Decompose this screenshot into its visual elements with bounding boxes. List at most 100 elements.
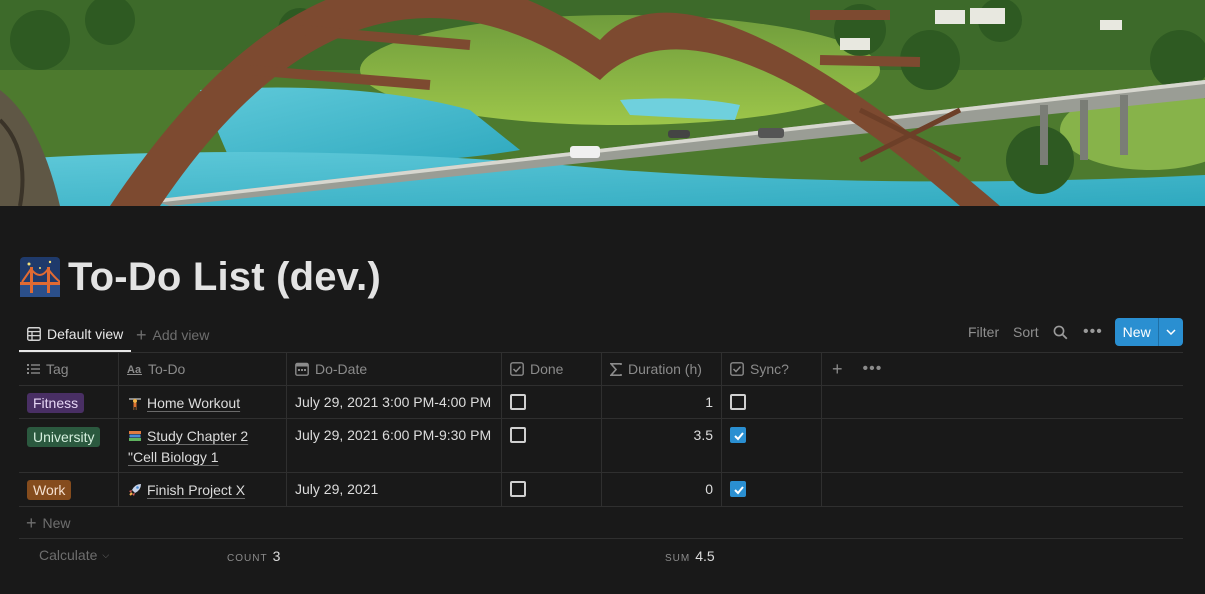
done-cell [502, 473, 602, 506]
duration-value: 3.5 [693, 427, 713, 443]
table-header-row: Tag Aa To-Do Do-Date Done Duration (h) S… [19, 353, 1183, 386]
column-header-todo[interactable]: Aa To-Do [119, 353, 287, 385]
column-header-tag[interactable]: Tag [19, 353, 119, 385]
tag-badge: University [27, 427, 101, 447]
do-date-cell[interactable]: July 29, 2021 6:00 PM-9:30 PM [287, 419, 502, 472]
page-title-row: To-Do List (dev.) [20, 254, 381, 300]
list-icon [27, 364, 40, 374]
add-view-button[interactable]: + Add view [136, 318, 209, 352]
duration-cell[interactable]: 0 [602, 473, 722, 506]
more-horizontal-icon: ••• [1083, 323, 1103, 340]
column-header-label: Done [530, 361, 564, 377]
done-cell [502, 419, 602, 472]
tag-badge: Fitness [27, 393, 85, 413]
text-aa-icon: Aa [127, 364, 142, 375]
column-header-label: Sync? [750, 361, 789, 377]
calculate-button[interactable]: Calculate ⌵ [39, 547, 109, 563]
duration-cell[interactable]: 3.5 [602, 419, 722, 472]
sync-cell [722, 386, 822, 418]
todo-table: Tag Aa To-Do Do-Date Done Duration (h) S… [19, 353, 1183, 507]
do-date-cell[interactable]: July 29, 2021 [287, 473, 502, 506]
table-row[interactable]: Fitness Home Workout July 29, 2021 3:00 … [19, 386, 1183, 419]
more-horizontal-icon[interactable]: ••• [863, 360, 883, 378]
sum-label: SUM [665, 553, 691, 564]
tag-cell[interactable]: University [19, 419, 119, 472]
sync-checkbox[interactable] [730, 481, 746, 497]
rocket-icon [129, 484, 141, 496]
todo-title[interactable]: Home Workout [128, 393, 280, 414]
done-checkbox[interactable] [510, 394, 526, 410]
checkmark-icon [734, 486, 744, 495]
sync-checkbox[interactable] [730, 427, 746, 443]
tag-cell[interactable]: Work [19, 473, 119, 506]
column-header-duration[interactable]: Duration (h) [602, 353, 722, 385]
add-new-row-label: New [42, 514, 71, 531]
checkmark-icon [734, 432, 744, 441]
table-row[interactable]: University Study Chapter 2 "Cell Biology… [19, 419, 1183, 473]
duration-cell[interactable]: 1 [602, 386, 722, 418]
todo-cell[interactable]: Study Chapter 2 "Cell Biology 1 [119, 419, 287, 472]
weightlifter-icon [129, 398, 141, 410]
done-checkbox[interactable] [510, 481, 526, 497]
tag-badge: Work [27, 480, 72, 500]
do-date-cell[interactable]: July 29, 2021 3:00 PM-4:00 PM [287, 386, 502, 418]
sum-value: 4.5 [695, 548, 715, 564]
column-header-label: To-Do [148, 361, 186, 377]
do-date-value: July 29, 2021 6:00 PM-9:30 PM [295, 427, 492, 443]
calculate-label: Calculate [39, 547, 98, 563]
table-row[interactable]: Work Finish Project X July 29, 2021 0 [19, 473, 1183, 507]
count-label: COUNT [227, 553, 268, 564]
sort-button[interactable]: Sort [1013, 318, 1039, 346]
column-header-label: Duration (h) [628, 361, 702, 377]
todo-title-label: Study Chapter 2 "Cell Biology 1 [128, 428, 249, 465]
add-view-label: Add view [152, 327, 210, 343]
duration-value: 1 [705, 394, 713, 410]
calculation-row: Calculate ⌵ COUNT 3 SUM 4.5 [19, 539, 1183, 571]
search-button[interactable] [1053, 318, 1068, 346]
todo-cell[interactable]: Finish Project X [119, 473, 287, 506]
column-header-done[interactable]: Done [502, 353, 602, 385]
svg-text:Aa: Aa [127, 364, 142, 375]
todo-title-label: Finish Project X [147, 482, 246, 498]
column-header-do-date[interactable]: Do-Date [287, 353, 502, 385]
chevron-down-icon [1166, 329, 1176, 335]
more-options-button[interactable]: ••• [1083, 318, 1103, 346]
do-date-value: July 29, 2021 [295, 481, 379, 497]
todo-title[interactable]: Study Chapter 2 "Cell Biology 1 [128, 426, 280, 468]
calendar-icon [295, 362, 309, 376]
todo-title-label: Home Workout [147, 395, 241, 411]
sync-cell [722, 473, 822, 506]
column-header-label: Do-Date [315, 361, 368, 377]
plus-icon: + [136, 325, 147, 345]
page-title: To-Do List (dev.) [68, 254, 381, 299]
sum-aggregate[interactable]: SUM 4.5 [665, 548, 715, 564]
new-entry-label[interactable]: New [1115, 318, 1158, 346]
sync-cell [722, 419, 822, 472]
count-value: 3 [272, 548, 281, 564]
add-new-row-button[interactable]: + New [19, 507, 1183, 539]
database-view-bar: Default view + Add view Filter Sort ••• … [19, 318, 1183, 352]
new-entry-menu-button[interactable] [1158, 318, 1183, 346]
column-header-label: Tag [46, 361, 69, 377]
new-entry-button[interactable]: New [1115, 318, 1183, 346]
tag-cell[interactable]: Fitness [19, 386, 119, 418]
filter-button[interactable]: Filter [968, 318, 999, 346]
empty-cell [822, 386, 1183, 418]
done-checkbox[interactable] [510, 427, 526, 443]
sync-checkbox[interactable] [730, 394, 746, 410]
column-header-actions: + ••• [822, 353, 1183, 385]
count-aggregate[interactable]: COUNT 3 [227, 548, 280, 564]
bridge-at-night-icon[interactable] [20, 257, 60, 297]
tab-default-view[interactable]: Default view [19, 318, 132, 352]
duration-value: 0 [705, 481, 713, 497]
column-header-sync[interactable]: Sync? [722, 353, 822, 385]
chevron-down-icon: ⌵ [102, 549, 110, 560]
search-icon [1053, 325, 1068, 339]
checkbox-icon [730, 362, 744, 376]
checkbox-icon [510, 362, 524, 376]
table-icon [27, 327, 41, 341]
todo-title[interactable]: Finish Project X [128, 480, 280, 501]
add-property-button[interactable]: + [832, 359, 843, 380]
books-icon [129, 431, 141, 441]
todo-cell[interactable]: Home Workout [119, 386, 287, 418]
